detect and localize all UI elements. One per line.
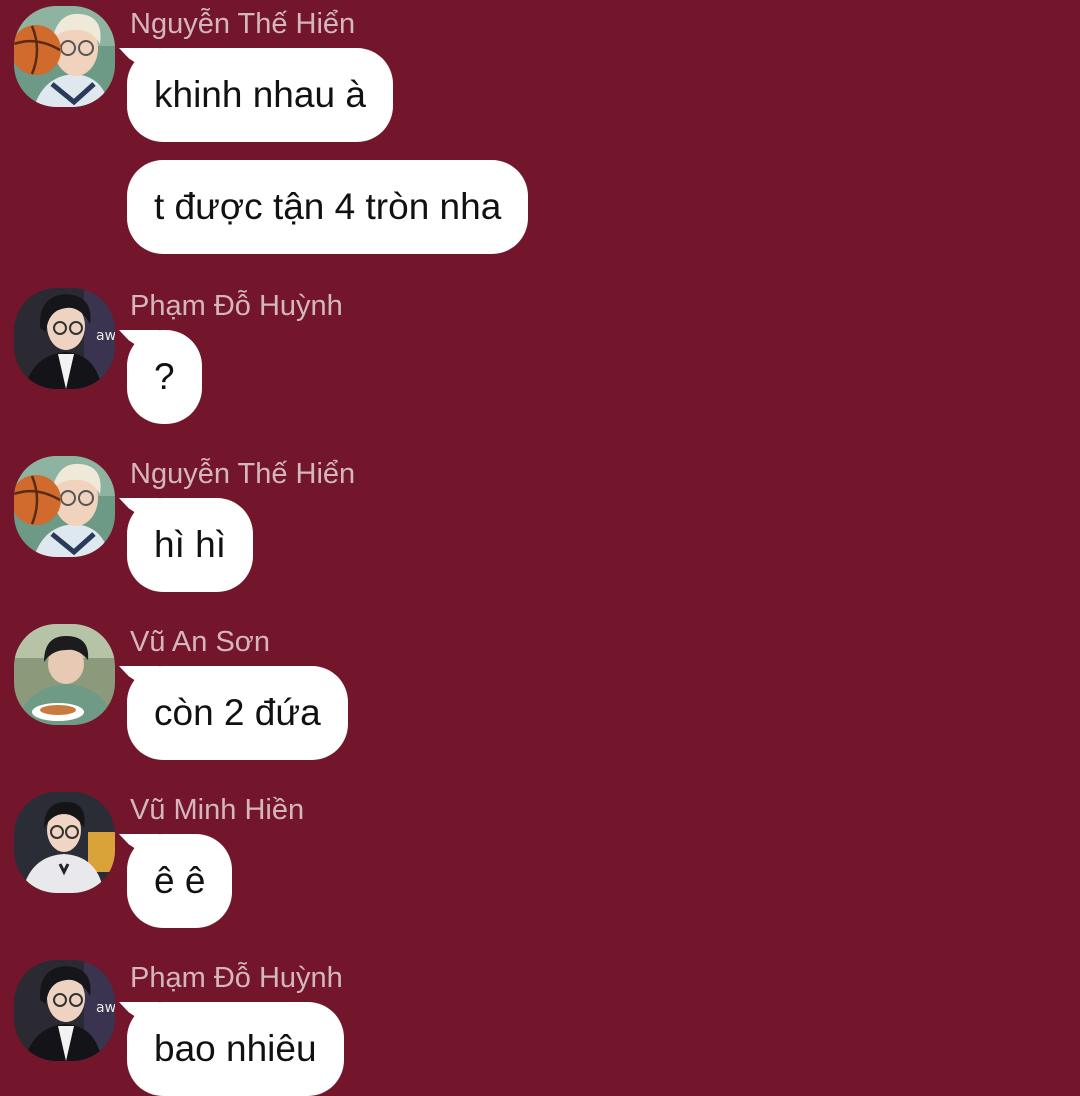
eating-noodles-avatar-icon: [14, 624, 115, 725]
black-jacket-avatar-icon: aw: [14, 288, 115, 389]
svg-text:aw: aw: [96, 1000, 115, 1016]
sender-name: Nguyễn Thế Hiển: [130, 8, 356, 40]
message-bubble[interactable]: bao nhiêu: [127, 1002, 344, 1096]
basketball-boy-avatar-icon: [14, 456, 115, 557]
message-bubble[interactable]: ê ê: [127, 834, 233, 928]
sender-name: Phạm Đỗ Huỳnh: [130, 290, 343, 322]
sender-name: Phạm Đỗ Huỳnh: [130, 962, 343, 994]
message-bubble[interactable]: ?: [127, 330, 202, 424]
avatar[interactable]: [14, 624, 115, 725]
avatar[interactable]: aw: [14, 288, 115, 389]
black-jacket-avatar-icon: aw: [14, 960, 115, 1061]
avatar[interactable]: [14, 456, 115, 557]
message-bubble[interactable]: khinh nhau à: [127, 48, 393, 142]
basketball-boy-avatar-icon: [14, 6, 115, 107]
sender-name: Vũ An Sơn: [130, 626, 270, 658]
avatar[interactable]: [14, 6, 115, 107]
avatar[interactable]: [14, 792, 115, 893]
svg-text:aw: aw: [96, 328, 115, 344]
glasses-jersey-avatar-icon: [14, 792, 115, 893]
sender-name: Nguyễn Thế Hiển: [130, 458, 356, 490]
message-bubble[interactable]: hì hì: [127, 498, 253, 592]
avatar[interactable]: aw: [14, 960, 115, 1061]
message-bubble[interactable]: t được tận 4 tròn nha: [127, 160, 529, 254]
chat-conversation: Nguyễn Thế Hiển khinh nhau à t được tận …: [0, 0, 1080, 1096]
sender-name: Vũ Minh Hiền: [130, 794, 305, 826]
message-bubble[interactable]: còn 2 đứa: [127, 666, 348, 760]
